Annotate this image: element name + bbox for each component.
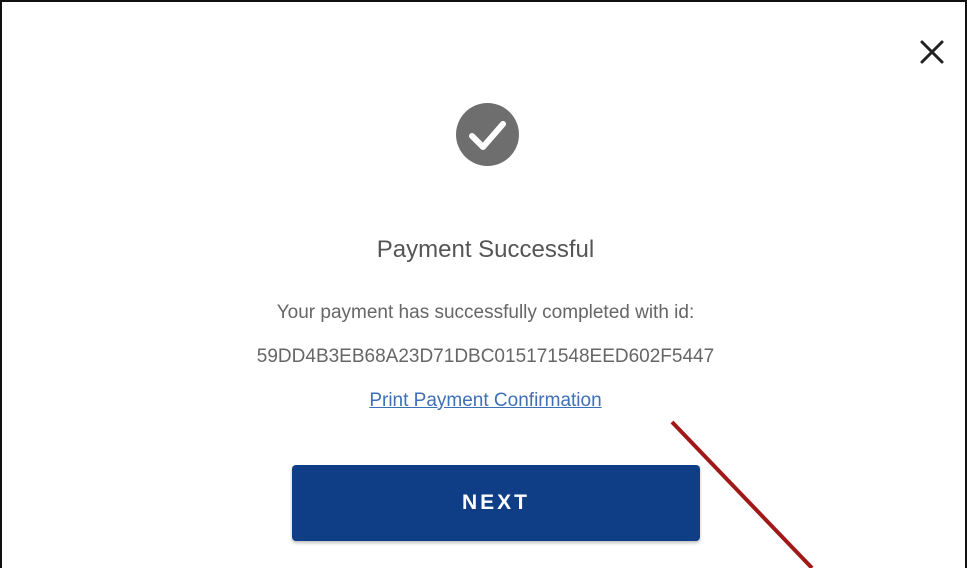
checkmark-circle-icon — [456, 103, 519, 166]
print-confirmation-container: Print Payment Confirmation — [2, 390, 967, 412]
close-icon — [920, 40, 944, 64]
print-confirmation-link[interactable]: Print Payment Confirmation — [369, 390, 601, 411]
next-button[interactable]: NEXT — [292, 465, 700, 541]
dialog-title: Payment Successful — [376, 236, 595, 263]
transaction-id: 59DD4B3EB68A23D71DBC015171548EED602F5447 — [256, 346, 715, 367]
close-button[interactable] — [912, 32, 952, 72]
success-message: Your payment has successfully completed … — [276, 302, 695, 323]
payment-success-dialog: Payment Successful Your payment has succ… — [0, 0, 967, 568]
